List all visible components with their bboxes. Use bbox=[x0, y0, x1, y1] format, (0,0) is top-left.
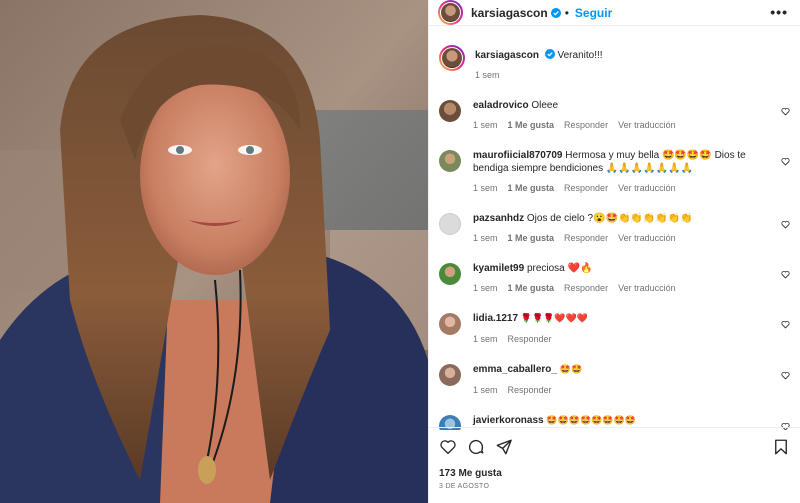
comment-username[interactable]: lidia.1217 bbox=[473, 313, 518, 324]
comment-time[interactable]: 1 sem bbox=[473, 232, 498, 245]
like-comment-icon[interactable] bbox=[781, 270, 790, 279]
reply-button[interactable]: Responder bbox=[564, 119, 608, 132]
more-options-icon[interactable]: ••• bbox=[770, 5, 788, 19]
translate-button[interactable]: Ver traducción bbox=[618, 182, 676, 195]
translate-button[interactable]: Ver traducción bbox=[618, 282, 676, 295]
comment-text: 🌹🌹🌹❤️❤️❤️ bbox=[520, 314, 589, 324]
translate-button[interactable]: Ver traducción bbox=[618, 119, 676, 132]
like-comment-icon[interactable] bbox=[781, 157, 790, 166]
comment-item: lidia.1217 🌹🌹🌹❤️❤️❤️ 1 sem Responder bbox=[429, 312, 800, 346]
like-comment-icon[interactable] bbox=[781, 107, 790, 116]
comment-text: 🤩🤩🤩🤩🤩🤩🤩🤩 bbox=[546, 416, 637, 426]
comment-time[interactable]: 1 sem bbox=[473, 282, 498, 295]
comment-text: preciosa ❤️🔥 bbox=[526, 263, 593, 274]
instagram-post-modal: karsiagascon • Seguir ••• karsiagascon V… bbox=[0, 0, 800, 503]
comment-time[interactable]: 1 sem bbox=[473, 119, 498, 132]
author-username[interactable]: karsiagascon bbox=[471, 6, 548, 20]
reply-button[interactable]: Responder bbox=[508, 384, 552, 397]
comment-username[interactable]: ealadrovico bbox=[473, 100, 529, 111]
post-header: karsiagascon • Seguir ••• bbox=[429, 0, 800, 26]
comment-item: kyamilet99 preciosa ❤️🔥 1 sem 1 Me gusta R… bbox=[429, 262, 800, 295]
follow-button[interactable]: Seguir bbox=[575, 6, 612, 20]
comment-item: pazsanhdz Ojos de cielo ?😮🤩👏👏👏👏👏👏 1 sem 1… bbox=[429, 212, 800, 245]
like-heart-icon[interactable] bbox=[439, 438, 457, 456]
reply-button[interactable]: Responder bbox=[564, 232, 608, 245]
comment-avatar[interactable] bbox=[439, 263, 461, 285]
comment-username[interactable]: pazsanhdz bbox=[473, 213, 524, 224]
comment-likes[interactable]: 1 Me gusta bbox=[508, 233, 555, 243]
reply-button[interactable]: Responder bbox=[508, 333, 552, 346]
comment-item: ealadrovico Oleee 1 sem 1 Me gusta Respond… bbox=[429, 99, 800, 132]
comment-username[interactable]: maurofiicial870709 bbox=[473, 150, 563, 161]
comment-item: maurofiicial870709 Hermosa y muy bella 🤩… bbox=[429, 149, 800, 195]
comment-text: Oleee bbox=[531, 100, 559, 111]
save-bookmark-icon[interactable] bbox=[772, 438, 790, 456]
comment-avatar[interactable] bbox=[439, 364, 461, 386]
post-date[interactable]: 3 DE AGOSTO bbox=[439, 483, 489, 490]
caption-verified-icon bbox=[544, 49, 555, 59]
comments-list[interactable]: karsiagascon Veranito!!! 1 sem ealadrovi… bbox=[429, 45, 800, 430]
selfie-image bbox=[0, 0, 428, 503]
comment-time[interactable]: 1 sem bbox=[473, 333, 498, 346]
comment-username[interactable]: javierkoronass bbox=[473, 415, 544, 426]
post-actions-bar bbox=[429, 427, 800, 466]
comment-likes[interactable]: 1 Me gusta bbox=[508, 283, 555, 293]
comment-avatar[interactable] bbox=[439, 150, 461, 172]
comment-text: Ojos de cielo ?😮🤩👏👏👏👏👏👏 bbox=[526, 213, 693, 224]
comment-likes[interactable]: 1 Me gusta bbox=[508, 120, 555, 130]
post-caption: karsiagascon Veranito!!! 1 sem bbox=[429, 45, 800, 82]
reply-button[interactable]: Responder bbox=[564, 182, 608, 195]
comment-username[interactable]: emma_caballero_ bbox=[473, 364, 557, 375]
comment-time[interactable]: 1 sem bbox=[473, 384, 498, 397]
caption-username[interactable]: karsiagascon bbox=[475, 50, 539, 61]
comment-item: emma_caballero_ 🤩🤩 1 sem Responder bbox=[429, 363, 800, 397]
translate-button[interactable]: Ver traducción bbox=[618, 232, 676, 245]
caption-time[interactable]: 1 sem bbox=[475, 69, 500, 82]
likes-count[interactable]: 173 Me gusta bbox=[439, 468, 502, 479]
caption-avatar[interactable] bbox=[439, 45, 465, 71]
comment-avatar-default[interactable] bbox=[439, 213, 461, 235]
like-comment-icon[interactable] bbox=[781, 320, 790, 329]
post-sidebar: karsiagascon • Seguir ••• karsiagascon V… bbox=[428, 0, 800, 503]
comment-likes[interactable]: 1 Me gusta bbox=[508, 183, 555, 193]
comment-avatar[interactable] bbox=[439, 313, 461, 335]
like-comment-icon[interactable] bbox=[781, 371, 790, 380]
comment-time[interactable]: 1 sem bbox=[473, 182, 498, 195]
author-avatar[interactable] bbox=[438, 0, 463, 25]
comment-bubble-icon[interactable] bbox=[467, 438, 485, 456]
comment-text: 🤩🤩 bbox=[559, 365, 583, 375]
reply-button[interactable]: Responder bbox=[564, 282, 608, 295]
share-send-icon[interactable] bbox=[495, 438, 513, 456]
comment-username[interactable]: kyamilet99 bbox=[473, 263, 524, 274]
caption-text: Veranito!!! bbox=[557, 50, 603, 61]
verified-badge-icon bbox=[550, 7, 561, 18]
like-comment-icon[interactable] bbox=[781, 220, 790, 229]
comment-avatar[interactable] bbox=[439, 100, 461, 122]
header-separator: • bbox=[564, 5, 569, 20]
post-photo[interactable] bbox=[0, 0, 428, 503]
